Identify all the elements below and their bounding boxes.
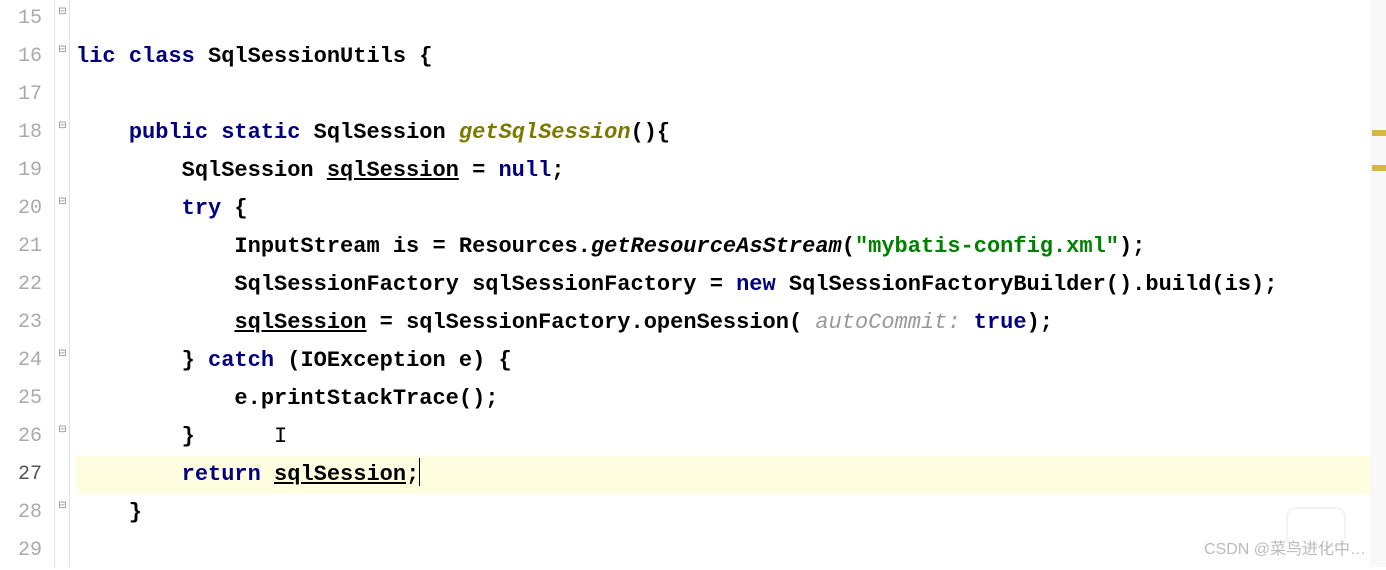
fold-icon[interactable]: ⊟: [57, 500, 68, 511]
watermark-text: CSDN @菜鸟进化中…: [1204, 535, 1366, 559]
fold-icon[interactable]: ⊟: [57, 120, 68, 131]
code-line: sqlSession = sqlSessionFactory.openSessi…: [76, 304, 1370, 342]
fold-gutter: ⊟ ⊟ ⊟ ⊟ ⊟ ⊟ ⊟: [55, 0, 70, 567]
fold-icon[interactable]: ⊟: [57, 44, 68, 55]
code-line: [76, 76, 1370, 114]
code-line: try {: [76, 190, 1370, 228]
code-line: InputStream is = Resources.getResourceAs…: [76, 228, 1370, 266]
line-number-active: 27: [0, 456, 54, 494]
line-number-gutter: 15 16 17 18 19 20 21 22 23 24 25 26 27 2…: [0, 0, 55, 567]
fold-icon[interactable]: ⊟: [57, 348, 68, 359]
code-line: [76, 0, 1370, 38]
minimap-warning-mark: [1372, 130, 1386, 136]
caret-icon: [419, 458, 420, 486]
line-number: 21: [0, 228, 54, 266]
line-number: 20: [0, 190, 54, 228]
code-line-active: return sqlSession;: [76, 456, 1370, 494]
line-number: 24: [0, 342, 54, 380]
line-number: 16: [0, 38, 54, 76]
line-number: 17: [0, 76, 54, 114]
fold-icon[interactable]: ⊟: [57, 424, 68, 435]
line-number: 18: [0, 114, 54, 152]
code-line: SqlSession sqlSession = null;: [76, 152, 1370, 190]
fold-icon[interactable]: ⊟: [57, 196, 68, 207]
code-editor[interactable]: lic class SqlSessionUtils { public stati…: [70, 0, 1370, 567]
line-number: 26: [0, 418, 54, 456]
code-line: SqlSessionFactory sqlSessionFactory = ne…: [76, 266, 1370, 304]
code-line: public static SqlSession getSqlSession()…: [76, 114, 1370, 152]
line-number: 23: [0, 304, 54, 342]
line-number: 19: [0, 152, 54, 190]
code-line: [76, 532, 1370, 570]
code-line: } I: [76, 418, 1370, 456]
code-line: e.printStackTrace();: [76, 380, 1370, 418]
minimap-warning-mark: [1372, 165, 1386, 171]
code-line: } catch (IOException e) {: [76, 342, 1370, 380]
line-number: 15: [0, 0, 54, 38]
text-caret-icon: I: [274, 424, 287, 449]
fold-icon[interactable]: ⊟: [57, 6, 68, 17]
minimap-scrollbar[interactable]: [1370, 0, 1386, 567]
line-number: 28: [0, 494, 54, 532]
code-line: }: [76, 494, 1370, 532]
line-number: 25: [0, 380, 54, 418]
line-number: 29: [0, 532, 54, 570]
code-line: lic class SqlSessionUtils {: [76, 38, 1370, 76]
line-number: 22: [0, 266, 54, 304]
